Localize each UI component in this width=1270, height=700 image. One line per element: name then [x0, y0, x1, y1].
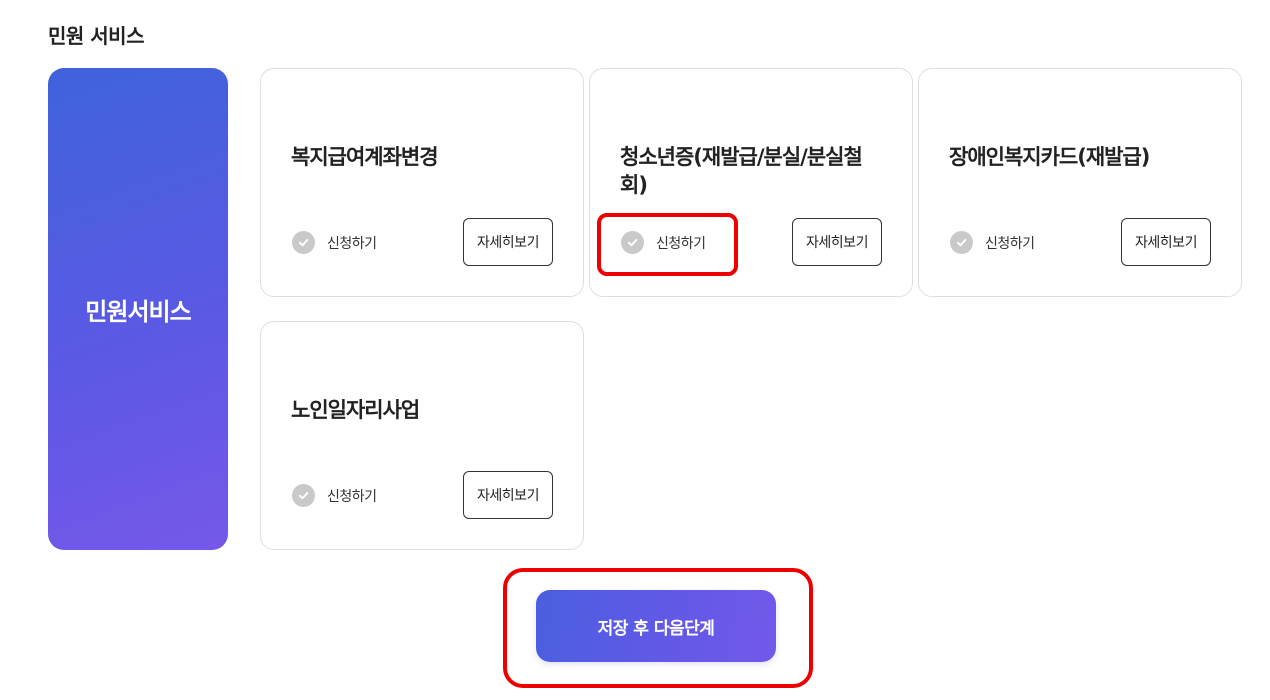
check-circle-icon[interactable]	[292, 231, 315, 254]
apply-checkbox[interactable]: 신청하기	[621, 231, 706, 254]
detail-button[interactable]: 자세히보기	[463, 218, 553, 266]
apply-label[interactable]: 신청하기	[327, 233, 377, 253]
detail-button[interactable]: 자세히보기	[463, 471, 553, 519]
card-title: 장애인복지카드(재발급)	[949, 145, 1150, 169]
apply-label[interactable]: 신청하기	[656, 233, 706, 253]
service-card-youth-id: 청소년증(재발급/분실/분실철회) 신청하기 자세히보기	[589, 68, 913, 297]
save-next-button[interactable]: 저장 후 다음단계	[536, 590, 776, 662]
check-circle-icon[interactable]	[950, 231, 973, 254]
card-title: 노인일자리사업	[291, 398, 420, 422]
apply-label[interactable]: 신청하기	[327, 486, 377, 506]
side-panel: 민원서비스	[48, 68, 228, 550]
apply-checkbox[interactable]: 신청하기	[950, 231, 1035, 254]
detail-button[interactable]: 자세히보기	[792, 218, 882, 266]
card-title: 복지급여계좌변경	[291, 145, 439, 169]
section-title: 민원 서비스	[48, 24, 144, 48]
apply-checkbox[interactable]: 신청하기	[292, 484, 377, 507]
check-circle-icon[interactable]	[621, 231, 644, 254]
service-card-senior-jobs: 노인일자리사업 신청하기 자세히보기	[260, 321, 584, 550]
apply-label[interactable]: 신청하기	[985, 233, 1035, 253]
card-title: 청소년증(재발급/분실/분실철회)	[620, 145, 863, 197]
service-card-disability-card: 장애인복지카드(재발급) 신청하기 자세히보기	[918, 68, 1242, 297]
service-card-welfare-account: 복지급여계좌변경 신청하기 자세히보기	[260, 68, 584, 297]
detail-button[interactable]: 자세히보기	[1121, 218, 1211, 266]
side-panel-label: 민원서비스	[85, 297, 191, 326]
apply-checkbox[interactable]: 신청하기	[292, 231, 377, 254]
check-circle-icon[interactable]	[292, 484, 315, 507]
